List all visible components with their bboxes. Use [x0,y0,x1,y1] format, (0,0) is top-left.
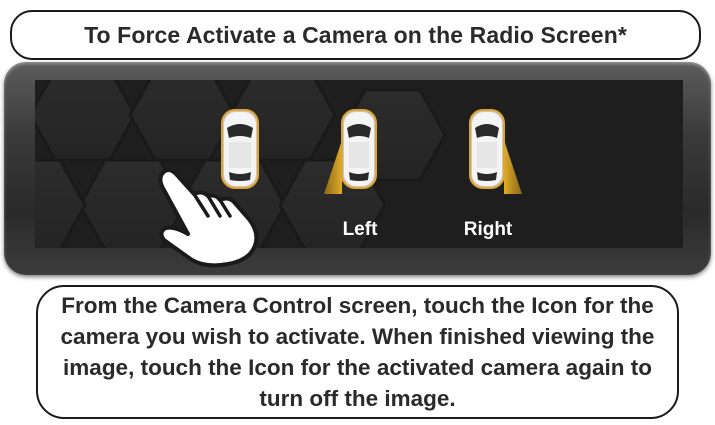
hand-pointer-icon [158,168,259,268]
camera-icon-left[interactable] [318,100,398,200]
right-beam-icon [504,140,522,194]
car-right-camera-icon [469,109,505,189]
page-title: To Force Activate a Camera on the Radio … [84,21,627,48]
instruction-text: From the Camera Control screen, touch th… [60,293,655,411]
camera-label-right: Right [463,219,513,240]
camera-control-screen: Left Right [35,80,683,248]
instruction-box: From the Camera Control screen, touch th… [36,285,679,419]
title-box: To Force Activate a Camera on the Radio … [10,10,701,60]
camera-icon-right[interactable] [448,100,528,200]
car-left-camera-icon [341,109,377,189]
camera-label-left: Left [342,219,378,240]
left-beam-icon [324,140,342,194]
